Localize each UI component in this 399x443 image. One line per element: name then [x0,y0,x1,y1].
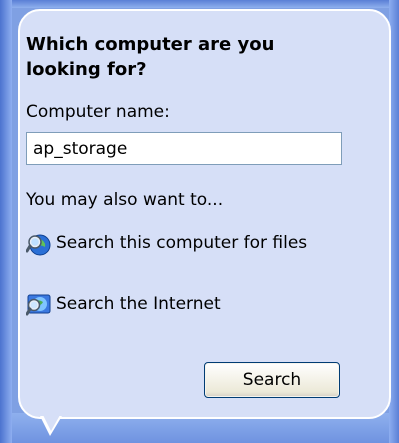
computer-name-input[interactable] [26,132,342,165]
balloon-tail-fill [43,415,60,431]
search-internet-icon [26,294,51,316]
balloon-title: Which computer are you looking for? [26,34,275,80]
also-want-to-text: You may also want to... [26,190,224,210]
frame-left-edge [0,0,12,443]
computer-name-label: Computer name: [26,102,170,122]
search-internet-label: Search the Internet [56,294,221,314]
search-computer-files-label: Search this computer for files [56,233,308,253]
search-computer-icon [26,234,51,256]
frame-top-edge [0,0,399,8]
search-internet-link[interactable]: Search the Internet [26,292,326,318]
search-button[interactable]: Search [204,362,340,398]
search-computer-files-link[interactable]: Search this computer for files [26,231,326,257]
